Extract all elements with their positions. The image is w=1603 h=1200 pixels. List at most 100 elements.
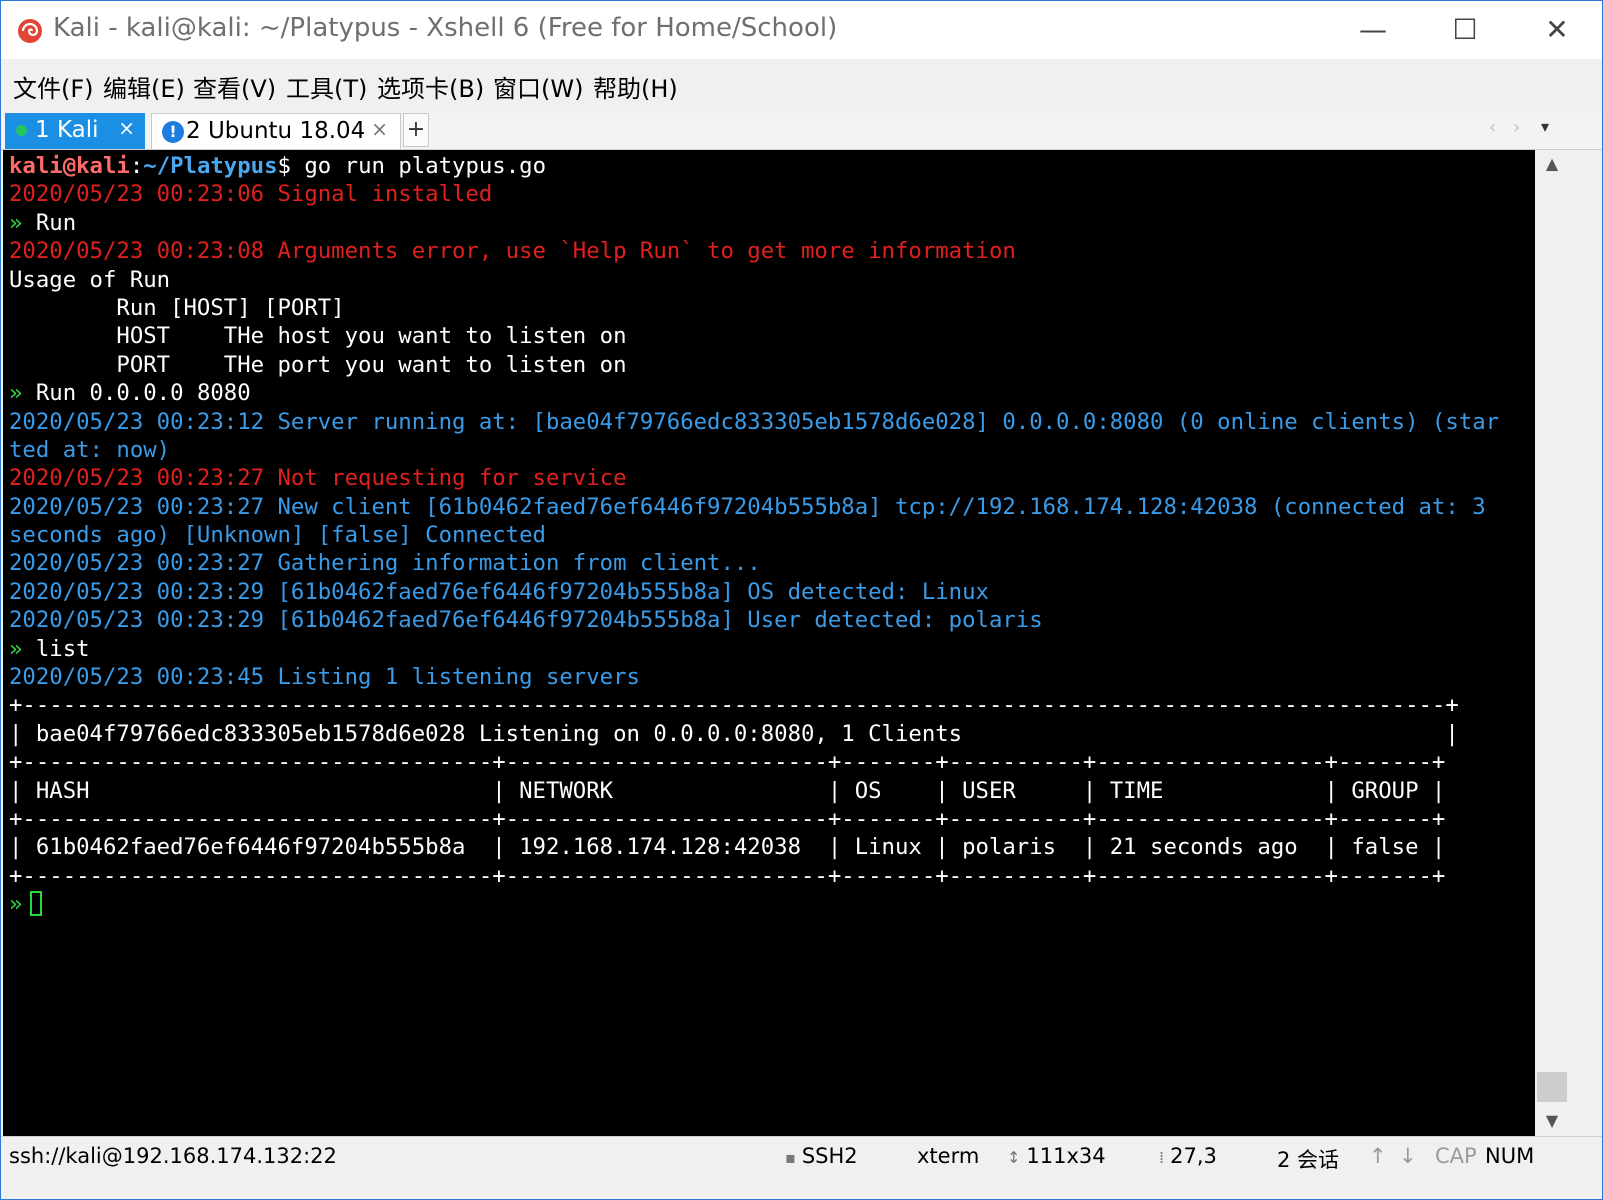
vertical-scrollbar[interactable]: ▲ ▼ — [1535, 150, 1569, 1136]
terminal-line: 2020/05/23 00:23:08 Arguments error, use… — [9, 237, 1499, 265]
terminal-line: seconds ago) [Unknown] [false] Connected — [9, 521, 1499, 549]
platypus-prompt-arrow: » — [9, 209, 23, 236]
alert-icon: ! — [162, 121, 184, 143]
terminal-line: » list — [9, 635, 1499, 663]
terminal-line-text: Run 0.0.0.0 8080 — [22, 380, 251, 407]
scroll-down-icon[interactable]: ▼ — [1535, 1111, 1569, 1130]
terminal-line: | HASH | NETWORK | OS | USER | TIME | GR… — [9, 777, 1499, 805]
terminal-line: HOST THe host you want to listen on — [9, 322, 1499, 350]
terminal-line: 2020/05/23 00:23:27 Gathering informatio… — [9, 549, 1499, 577]
prompt-path: ~/Platypus — [143, 153, 278, 179]
current-prompt-line[interactable]: » — [9, 890, 1499, 918]
tab-list-dropdown-icon[interactable]: ▾ — [1541, 117, 1549, 136]
title-bar[interactable]: Kali - kali@kali: ~/Platypus - Xshell 6 … — [1, 1, 1602, 59]
menu-bar: 文件(F) 编辑(E) 查看(V) 工具(T) 选项卡(B) 窗口(W) 帮助(… — [1, 59, 1602, 111]
scroll-thumb[interactable] — [1537, 1072, 1567, 1102]
protocol-label: SSH2 — [801, 1144, 858, 1168]
terminal-line: 2020/05/23 00:23:45 Listing 1 listening … — [9, 663, 1499, 691]
terminal-line-text: 2020/05/23 00:23:12 Server running at: [… — [9, 408, 1500, 435]
terminal-line-text: | 61b0462faed76ef6446f97204b555b8a | 192… — [9, 834, 1446, 861]
tab-close-icon[interactable]: × — [118, 116, 135, 140]
terminal-line: +-----------------------------------+---… — [9, 748, 1499, 776]
terminal-line: 2020/05/23 00:23:27 Not requesting for s… — [9, 464, 1499, 492]
terminal-line: PORT THe port you want to listen on — [9, 351, 1499, 379]
connection-address: ssh://kali@192.168.174.132:22 — [9, 1144, 337, 1168]
tab-scroll-right-icon[interactable]: › — [1513, 117, 1520, 138]
terminal-line-text: 2020/05/23 00:23:29 [61b0462faed76ef6446… — [9, 578, 989, 605]
terminal-line: Run [HOST] [PORT] — [9, 294, 1499, 322]
tab-label: 2 Ubuntu 18.04 — [186, 118, 366, 144]
caps-lock-indicator: CAP — [1435, 1144, 1477, 1168]
terminal-line: 2020/05/23 00:23:29 [61b0462faed76ef6446… — [9, 578, 1499, 606]
window-title: Kali - kali@kali: ~/Platypus - Xshell 6 … — [53, 13, 838, 43]
terminal-line: +-----------------------------------+---… — [9, 862, 1499, 890]
tab-bar: 1 Kali × ! 2 Ubuntu 18.04 × + ‹ › ▾ — [1, 111, 1602, 150]
maximize-button[interactable]: ☐ — [1419, 1, 1511, 59]
terminal-line: 2020/05/23 00:23:12 Server running at: [… — [9, 408, 1499, 436]
terminal-line-text: ted at: now) — [9, 436, 171, 463]
terminal-line-text: 2020/05/23 00:23:27 Gathering informatio… — [9, 550, 761, 577]
menu-edit[interactable]: 编辑(E) — [103, 69, 185, 104]
platypus-prompt-arrow: » — [9, 891, 23, 918]
terminal-log: 2020/05/23 00:23:06 Signal installed» Ru… — [9, 180, 1499, 890]
prompt-user: kali@kali — [9, 153, 130, 179]
terminal-line-text: +-----------------------------------+---… — [9, 749, 1446, 776]
menu-window[interactable]: 窗口(W) — [493, 69, 583, 104]
num-lock-indicator: NUM — [1485, 1144, 1535, 1168]
terminal-size-value: 111x34 — [1026, 1144, 1106, 1168]
menu-tabs[interactable]: 选项卡(B) — [377, 69, 484, 104]
session-count: 2 会话 — [1277, 1148, 1340, 1172]
connected-status-icon — [16, 125, 27, 136]
terminal-line-text: 2020/05/23 00:23:08 Arguments error, use… — [9, 238, 1016, 265]
cursor-position: ⁞ 27,3 — [1159, 1144, 1217, 1168]
terminal-line-text: 2020/05/23 00:23:27 New client [61b0462f… — [9, 493, 1486, 520]
terminal-line-text: Run [HOST] [PORT] — [9, 294, 345, 321]
minimize-button[interactable]: — — [1327, 1, 1419, 59]
new-tab-button[interactable]: + — [403, 113, 429, 147]
menu-tools[interactable]: 工具(T) — [286, 69, 367, 104]
terminal-line: +-----------------------------------+---… — [9, 805, 1499, 833]
terminal-output[interactable]: kali@kali:~/Platypus$ go run platypus.go… — [3, 150, 1535, 1136]
terminal-line-text: | HASH | NETWORK | OS | USER | TIME | GR… — [9, 777, 1446, 804]
terminal-lines: kali@kali:~/Platypus$ go run platypus.go… — [9, 152, 1499, 919]
xshell-window: Kali - kali@kali: ~/Platypus - Xshell 6 … — [0, 0, 1603, 1200]
resize-icon: ↕ — [1007, 1148, 1021, 1167]
terminal-line-text: HOST THe host you want to listen on — [9, 323, 627, 350]
terminal-line-text: PORT THe port you want to listen on — [9, 351, 627, 378]
terminal-line: | 61b0462faed76ef6446f97204b555b8a | 192… — [9, 833, 1499, 861]
upload-arrow-icon: ↑ — [1369, 1144, 1387, 1168]
terminal-line-text: list — [22, 635, 90, 662]
menu-view[interactable]: 查看(V) — [193, 69, 276, 104]
platypus-prompt-arrow: » — [9, 380, 23, 407]
menu-file[interactable]: 文件(F) — [13, 69, 94, 104]
terminal-line-text: +---------------------------------------… — [9, 692, 1459, 719]
prompt-separator: : — [129, 153, 144, 179]
terminal-line-text: +-----------------------------------+---… — [9, 862, 1446, 889]
terminal-type: xterm — [917, 1144, 980, 1168]
terminal-line-text: Run — [22, 209, 77, 236]
cursor-position-value: 27,3 — [1170, 1144, 1217, 1168]
terminal-line: +---------------------------------------… — [9, 691, 1499, 719]
terminal-line: | bae04f79766edc833305eb1578d6e028 Liste… — [9, 720, 1499, 748]
lock-icon: ▪ — [785, 1148, 796, 1167]
download-arrow-icon: ↓ — [1399, 1144, 1417, 1168]
terminal-line-text: seconds ago) [Unknown] [false] Connected — [9, 522, 546, 549]
terminal-line: » Run — [9, 209, 1499, 237]
tab-kali[interactable]: 1 Kali × — [5, 113, 145, 149]
protocol-indicator: ▪ SSH2 — [785, 1144, 858, 1168]
terminal-line-text: 2020/05/23 00:23:45 Listing 1 listening … — [9, 664, 640, 691]
tab-close-icon[interactable]: × — [371, 117, 388, 141]
platypus-prompt-arrow: » — [9, 635, 23, 662]
menu-help[interactable]: 帮助(H) — [593, 69, 678, 104]
tab-scroll-left-icon[interactable]: ‹ — [1489, 117, 1496, 138]
terminal-line: 2020/05/23 00:23:29 [61b0462faed76ef6446… — [9, 606, 1499, 634]
terminal-size: ↕ 111x34 — [1007, 1144, 1106, 1168]
terminal-line-text: +-----------------------------------+---… — [9, 805, 1446, 832]
terminal-line: 2020/05/23 00:23:06 Signal installed — [9, 180, 1499, 208]
cursor-position-icon: ⁞ — [1159, 1148, 1165, 1167]
close-button[interactable]: ✕ — [1511, 1, 1602, 59]
scroll-up-icon[interactable]: ▲ — [1535, 154, 1569, 173]
prompt-command: go run platypus.go — [290, 153, 547, 179]
tab-ubuntu[interactable]: ! 2 Ubuntu 18.04 × — [151, 113, 401, 149]
status-bar: ssh://kali@192.168.174.132:22 ▪ SSH2 xter… — [1, 1136, 1602, 1177]
